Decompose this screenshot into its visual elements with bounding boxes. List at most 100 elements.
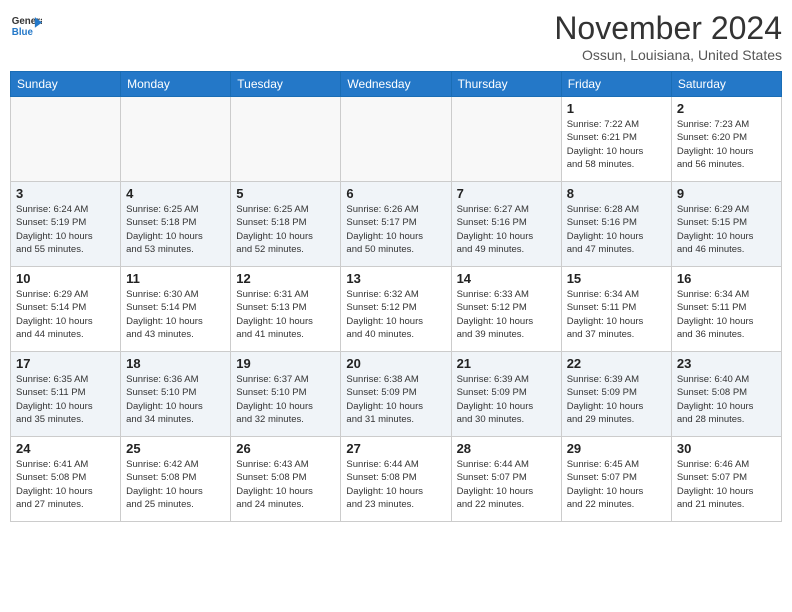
day-cell: 10Sunrise: 6:29 AMSunset: 5:14 PMDayligh… [11,267,121,352]
day-cell: 20Sunrise: 6:38 AMSunset: 5:09 PMDayligh… [341,352,451,437]
calendar-table: SundayMondayTuesdayWednesdayThursdayFrid… [10,71,782,522]
logo: General Blue General Blue [10,10,42,42]
day-cell: 9 Sunrise: 6:29 AMSunset: 5:15 PMDaylight… [671,182,781,267]
weekday-header-thursday: Thursday [451,72,561,97]
day-cell: 14 Sunrise: 6:33 AMSunset: 5:12 PMDayligh… [451,267,561,352]
day-info: Sunrise: 6:37 AMSunset: 5:10 PMDaylight:… [236,373,335,426]
day-info: Sunrise: 6:25 AMSunset: 5:18 PMDaylight:… [236,203,335,256]
day-info: Sunrise: 6:27 AMSunset: 5:16 PMDaylight:… [457,203,556,256]
page-header: General Blue General Blue November 2024 … [10,10,782,63]
weekday-header-sunday: Sunday [11,72,121,97]
day-cell: 5Sunrise: 6:25 AMSunset: 5:18 PMDaylight… [231,182,341,267]
day-number: 1 [567,101,666,116]
day-cell: 18Sunrise: 6:36 AMSunset: 5:10 PMDayligh… [121,352,231,437]
day-number: 23 [677,356,776,371]
day-info: Sunrise: 6:32 AMSunset: 5:12 PMDaylight:… [346,288,445,341]
day-info: Sunrise: 6:34 AMSunset: 5:11 PMDaylight:… [567,288,666,341]
day-cell: 25 Sunrise: 6:42 AMSunset: 5:08 PMDayligh… [121,437,231,522]
day-info: Sunrise: 7:22 AMSunset: 6:21 PMDaylight:… [567,118,666,171]
day-number: 2 [677,101,776,116]
day-number: 30 [677,441,776,456]
day-cell: 2 Sunrise: 7:23 AMSunset: 6:20 PMDaylight… [671,97,781,182]
weekday-header-tuesday: Tuesday [231,72,341,97]
day-cell: 22 Sunrise: 6:39 AMSunset: 5:09 PMDayligh… [561,352,671,437]
day-info: Sunrise: 6:39 AMSunset: 5:09 PMDaylight:… [567,373,666,426]
day-cell: 29 Sunrise: 6:45 AMSunset: 5:07 PMDayligh… [561,437,671,522]
day-cell: 30 Sunrise: 6:46 AMSunset: 5:07 PMDayligh… [671,437,781,522]
day-info: Sunrise: 6:46 AMSunset: 5:07 PMDaylight:… [677,458,776,511]
day-info: Sunrise: 6:41 AMSunset: 5:08 PMDaylight:… [16,458,115,511]
day-cell: 19 Sunrise: 6:37 AMSunset: 5:10 PMDayligh… [231,352,341,437]
day-cell [121,97,231,182]
week-row-4: 17Sunrise: 6:35 AMSunset: 5:11 PMDayligh… [11,352,782,437]
day-info: Sunrise: 6:45 AMSunset: 5:07 PMDaylight:… [567,458,666,511]
month-title: November 2024 [554,10,782,47]
day-number: 27 [346,441,445,456]
location: Ossun, Louisiana, United States [554,47,782,63]
day-cell: 21 Sunrise: 6:39 AMSunset: 5:09 PMDayligh… [451,352,561,437]
day-number: 7 [457,186,556,201]
day-cell: 28 Sunrise: 6:44 AMSunset: 5:07 PMDayligh… [451,437,561,522]
day-info: Sunrise: 6:25 AMSunset: 5:18 PMDaylight:… [126,203,225,256]
day-cell: 3 Sunrise: 6:24 AMSunset: 5:19 PMDaylight… [11,182,121,267]
day-info: Sunrise: 6:34 AMSunset: 5:11 PMDaylight:… [677,288,776,341]
day-number: 6 [346,186,445,201]
day-info: Sunrise: 6:26 AMSunset: 5:17 PMDaylight:… [346,203,445,256]
day-cell: 26 Sunrise: 6:43 AMSunset: 5:08 PMDayligh… [231,437,341,522]
weekday-header-saturday: Saturday [671,72,781,97]
day-number: 10 [16,271,115,286]
day-info: Sunrise: 7:23 AMSunset: 6:20 PMDaylight:… [677,118,776,171]
week-row-1: 1 Sunrise: 7:22 AMSunset: 6:21 PMDaylight… [11,97,782,182]
day-number: 20 [346,356,445,371]
day-info: Sunrise: 6:33 AMSunset: 5:12 PMDaylight:… [457,288,556,341]
day-cell [11,97,121,182]
day-cell: 8 Sunrise: 6:28 AMSunset: 5:16 PMDaylight… [561,182,671,267]
day-cell [341,97,451,182]
day-number: 24 [16,441,115,456]
weekday-header-monday: Monday [121,72,231,97]
day-number: 8 [567,186,666,201]
day-info: Sunrise: 6:42 AMSunset: 5:08 PMDaylight:… [126,458,225,511]
day-cell: 24 Sunrise: 6:41 AMSunset: 5:08 PMDayligh… [11,437,121,522]
day-number: 11 [126,271,225,286]
weekday-header-wednesday: Wednesday [341,72,451,97]
day-cell: 16Sunrise: 6:34 AMSunset: 5:11 PMDayligh… [671,267,781,352]
day-cell: 1 Sunrise: 7:22 AMSunset: 6:21 PMDaylight… [561,97,671,182]
day-cell: 4Sunrise: 6:25 AMSunset: 5:18 PMDaylight… [121,182,231,267]
day-info: Sunrise: 6:29 AMSunset: 5:15 PMDaylight:… [677,203,776,256]
day-cell: 15Sunrise: 6:34 AMSunset: 5:11 PMDayligh… [561,267,671,352]
day-info: Sunrise: 6:40 AMSunset: 5:08 PMDaylight:… [677,373,776,426]
day-number: 19 [236,356,335,371]
day-number: 13 [346,271,445,286]
day-cell: 11 Sunrise: 6:30 AMSunset: 5:14 PMDayligh… [121,267,231,352]
week-row-5: 24 Sunrise: 6:41 AMSunset: 5:08 PMDayligh… [11,437,782,522]
svg-text:Blue: Blue [12,27,34,38]
day-info: Sunrise: 6:39 AMSunset: 5:09 PMDaylight:… [457,373,556,426]
day-info: Sunrise: 6:43 AMSunset: 5:08 PMDaylight:… [236,458,335,511]
day-cell: 23 Sunrise: 6:40 AMSunset: 5:08 PMDayligh… [671,352,781,437]
day-number: 21 [457,356,556,371]
day-number: 3 [16,186,115,201]
day-cell: 7 Sunrise: 6:27 AMSunset: 5:16 PMDaylight… [451,182,561,267]
day-number: 28 [457,441,556,456]
day-number: 22 [567,356,666,371]
week-row-3: 10Sunrise: 6:29 AMSunset: 5:14 PMDayligh… [11,267,782,352]
day-info: Sunrise: 6:36 AMSunset: 5:10 PMDaylight:… [126,373,225,426]
day-info: Sunrise: 6:28 AMSunset: 5:16 PMDaylight:… [567,203,666,256]
day-number: 25 [126,441,225,456]
day-info: Sunrise: 6:44 AMSunset: 5:07 PMDaylight:… [457,458,556,511]
day-info: Sunrise: 6:24 AMSunset: 5:19 PMDaylight:… [16,203,115,256]
day-cell: 27 Sunrise: 6:44 AMSunset: 5:08 PMDayligh… [341,437,451,522]
day-info: Sunrise: 6:44 AMSunset: 5:08 PMDaylight:… [346,458,445,511]
day-number: 9 [677,186,776,201]
day-info: Sunrise: 6:30 AMSunset: 5:14 PMDaylight:… [126,288,225,341]
day-cell: 6 Sunrise: 6:26 AMSunset: 5:17 PMDaylight… [341,182,451,267]
day-number: 14 [457,271,556,286]
week-row-2: 3 Sunrise: 6:24 AMSunset: 5:19 PMDaylight… [11,182,782,267]
weekday-header-friday: Friday [561,72,671,97]
day-cell: 13 Sunrise: 6:32 AMSunset: 5:12 PMDayligh… [341,267,451,352]
day-number: 26 [236,441,335,456]
day-number: 29 [567,441,666,456]
day-number: 17 [16,356,115,371]
day-cell: 12Sunrise: 6:31 AMSunset: 5:13 PMDayligh… [231,267,341,352]
